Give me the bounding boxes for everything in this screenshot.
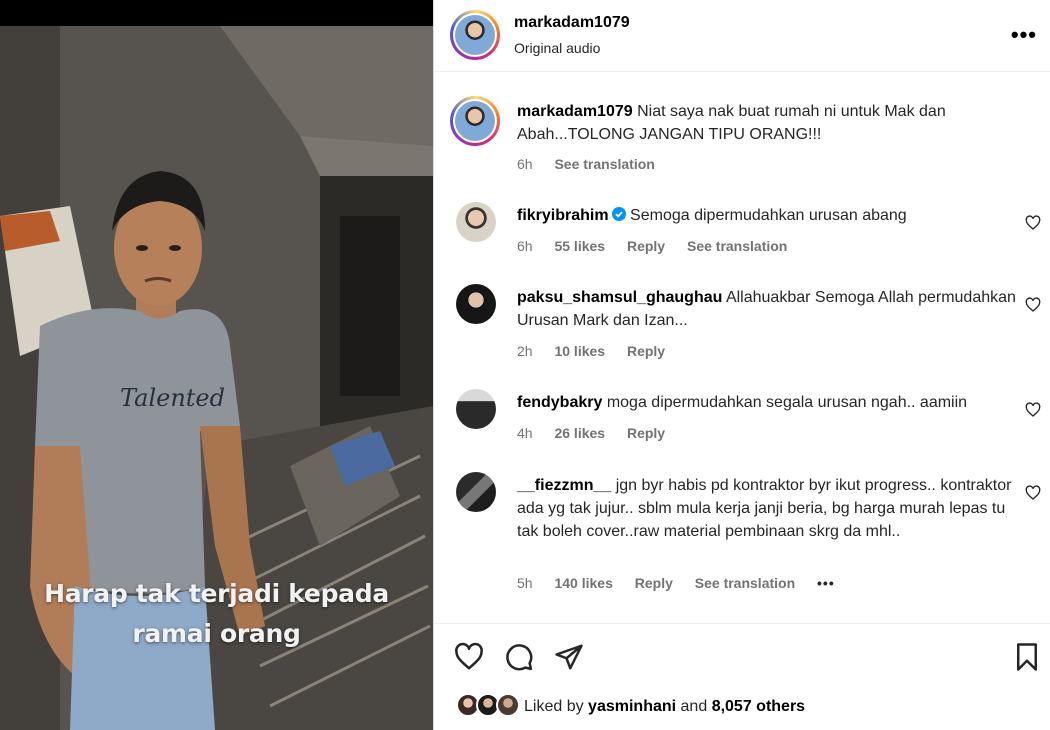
reply-button[interactable]: Reply [627,425,665,441]
comment-username[interactable]: fikryibrahim [517,207,609,224]
comments-list: markadam1079 Niat saya nak buat rumah ni… [434,72,1050,624]
comment-like-heart-icon[interactable] [1025,485,1041,501]
caption-line-2: ramai orang [132,619,301,648]
caption-meta: 6h See translation [517,156,673,172]
see-translation-button[interactable]: See translation [687,238,787,254]
comment-icon[interactable] [504,642,534,672]
liked-by-user[interactable]: yasminhani [588,698,676,715]
caption-time[interactable]: 6h [517,156,533,172]
commenter-avatar[interactable] [456,202,496,242]
comment-text: Semoga dipermudahkan urusan abang [630,207,907,224]
comment-like-heart-icon[interactable] [1025,215,1041,231]
comment-username[interactable]: fendybakry [517,394,602,411]
caption-line-1: Harap tak terjadi kepada [44,579,389,608]
caption-see-translation[interactable]: See translation [554,156,654,172]
comment-likes[interactable]: 140 likes [554,575,612,591]
comment-like-heart-icon[interactable] [1025,297,1041,313]
likes-text: Liked by yasminhani and 8,057 others [524,698,805,716]
comment-meta: 2h 10 likes Reply [517,343,683,359]
likes-others[interactable]: 8,057 others [712,698,805,715]
comment-time[interactable]: 4h [517,425,533,441]
comment-username[interactable]: __fiezzmn__ [517,477,611,494]
reply-button[interactable]: Reply [627,343,665,359]
bookmark-icon[interactable] [1012,642,1042,672]
comment-time[interactable]: 5h [517,575,533,591]
see-translation-button[interactable]: See translation [695,575,795,591]
caption-avatar[interactable] [450,96,500,146]
comment-likes[interactable]: 26 likes [554,425,605,441]
post-action-bar [434,638,1050,678]
likes-and-label: and [680,698,708,715]
comment-meta: 4h 26 likes Reply [517,425,683,441]
post-panel: markadam1079 Original audio ••• markadam… [433,0,1050,730]
comment-likes[interactable]: 10 likes [554,343,605,359]
more-options-button[interactable]: ••• [1011,22,1037,48]
comment-time[interactable]: 2h [517,343,533,359]
verified-badge-icon [611,207,626,221]
commenter-avatar[interactable] [456,389,496,429]
audio-label[interactable]: Original audio [514,40,600,56]
tshirt-text: Talented [120,384,225,412]
likes-summary[interactable]: Liked by yasminhani and 8,057 others [434,688,1050,724]
comment-more-options[interactable]: ••• [817,575,835,591]
video-caption: Harap tak terjadi kepada ramai orang [0,574,433,654]
comment-text: moga dipermudahkan segala urusan ngah.. … [606,394,968,411]
commenter-avatar[interactable] [456,472,496,512]
send-icon[interactable] [554,642,584,672]
comment-time[interactable]: 6h [517,238,533,254]
comment-likes[interactable]: 55 likes [554,238,605,254]
author-avatar[interactable] [450,10,500,60]
post-header: markadam1079 Original audio ••• [434,0,1050,72]
reply-button[interactable]: Reply [635,575,673,591]
caption-username[interactable]: markadam1079 [517,103,633,120]
comment-username[interactable]: paksu_shamsul_ghaughau [517,289,722,306]
comment-like-heart-icon[interactable] [1025,402,1041,418]
header-username[interactable]: markadam1079 [514,14,630,32]
video-top-bar [0,0,433,26]
comment-meta: 5h 140 likes Reply See translation ••• [517,575,853,591]
video-frame[interactable]: Talented Harap tak terjadi kepada ramai … [0,26,433,730]
reply-button[interactable]: Reply [627,238,665,254]
commenter-avatar[interactable] [456,284,496,324]
heart-icon[interactable] [454,642,484,672]
comment-meta: 6h 55 likes Reply See translation [517,238,805,254]
video-player[interactable]: Talented Harap tak terjadi kepada ramai … [0,0,433,730]
liker-avatar [496,693,520,717]
liked-by-label: Liked by [524,698,584,715]
